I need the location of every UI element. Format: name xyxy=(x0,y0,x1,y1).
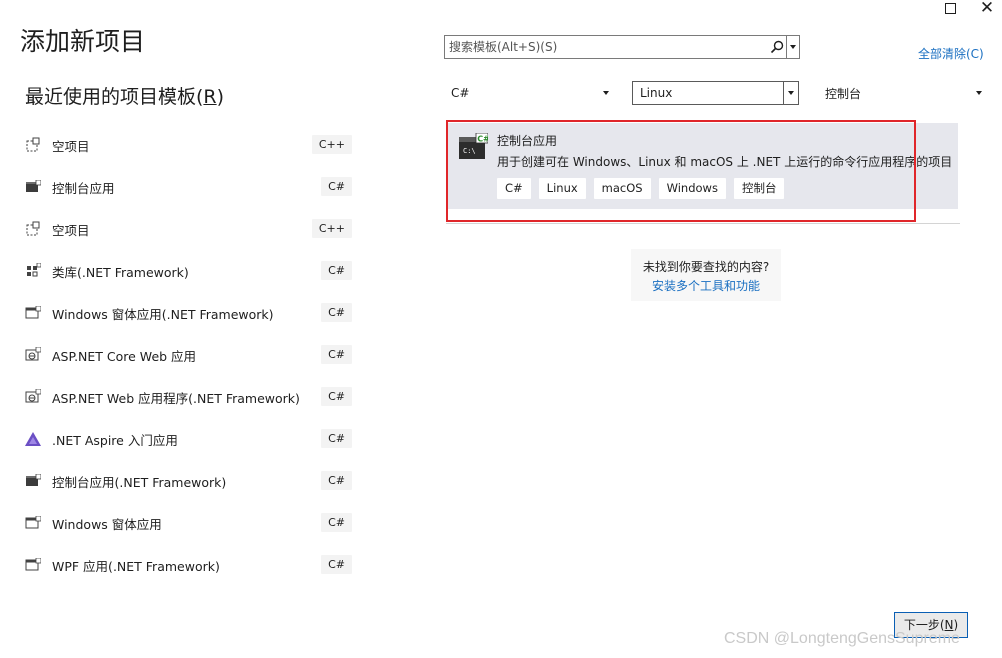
console-icon-prompt: C:\ xyxy=(463,147,476,155)
not-found-panel: 未找到你要查找的内容? 安装多个工具和功能 xyxy=(631,249,781,301)
cpp-empty-project-icon xyxy=(24,221,42,237)
console-app-icon xyxy=(24,179,42,195)
recent-item-label: 控制台应用(.NET Framework) xyxy=(52,474,227,490)
recent-item-label: .NET Aspire 入门应用 xyxy=(52,432,178,448)
project-type-filter-value: 控制台 xyxy=(825,86,862,101)
recent-item-label: 类库(.NET Framework) xyxy=(52,264,189,280)
language-badge: C# xyxy=(321,345,352,364)
recent-item-aspire-starter[interactable]: .NET Aspire 入门应用 C# xyxy=(24,418,360,460)
chevron-down-icon xyxy=(790,45,796,49)
watermark: CSDN @LongtengGensSupreme xyxy=(724,630,960,647)
search-icon[interactable] xyxy=(768,36,786,58)
not-found-question: 未找到你要查找的内容? xyxy=(642,260,770,274)
result-tags: C# Linux macOS Windows 控制台 xyxy=(497,178,785,199)
web-app-icon xyxy=(24,347,42,363)
close-icon: ✕ xyxy=(979,0,995,18)
language-badge: C# xyxy=(321,261,352,280)
cpp-empty-project-icon xyxy=(24,137,42,153)
web-app-icon xyxy=(24,389,42,405)
language-badge: C# xyxy=(321,177,352,196)
wpf-icon xyxy=(24,557,42,573)
language-badge: C# xyxy=(321,513,352,532)
recent-item-label: ASP.NET Core Web 应用 xyxy=(52,348,197,364)
recent-templates-heading: 最近使用的项目模板(R) xyxy=(25,82,224,109)
chevron-down-icon xyxy=(599,81,613,105)
recent-item-label: 空项目 xyxy=(52,222,90,238)
result-title: 控制台应用 xyxy=(497,134,558,148)
console-app-icon: C:\ C# xyxy=(458,132,490,161)
search-input[interactable] xyxy=(445,37,768,57)
language-badge: C# xyxy=(321,429,352,448)
windows-forms-icon xyxy=(24,305,42,321)
project-type-filter[interactable]: 控制台 xyxy=(818,81,986,105)
search-options-dropdown[interactable] xyxy=(786,36,799,58)
page-title: 添加新项目 xyxy=(20,27,146,56)
chevron-down-icon xyxy=(972,81,986,105)
recent-item-label: 空项目 xyxy=(52,138,90,154)
recent-item-console-app[interactable]: 控制台应用 C# xyxy=(24,166,360,208)
recent-item-label: WPF 应用(.NET Framework) xyxy=(52,558,220,574)
language-badge: C# xyxy=(321,471,352,490)
recent-heading-prefix: 最近使用的项目模板( xyxy=(25,86,204,108)
chevron-down-icon xyxy=(783,82,798,104)
language-filter[interactable]: C# xyxy=(444,81,613,105)
search-box xyxy=(444,35,800,59)
recent-item-label: Windows 窗体应用(.NET Framework) xyxy=(52,306,274,322)
platform-filter-value: Linux xyxy=(640,86,673,100)
results-divider xyxy=(446,223,960,224)
recent-item-aspnet-core-web[interactable]: ASP.NET Core Web 应用 C# xyxy=(24,334,360,376)
language-badge: C# xyxy=(321,303,352,322)
tag: macOS xyxy=(593,178,651,199)
console-app-icon xyxy=(24,473,42,489)
clear-all-link[interactable]: 全部清除(C) xyxy=(918,45,984,62)
tag: 控制台 xyxy=(733,178,785,199)
recent-item-class-library[interactable]: 类库(.NET Framework) C# xyxy=(24,250,360,292)
language-badge: C++ xyxy=(311,135,352,154)
recent-templates-list: 空项目 C++ 控制台应用 C# 空项目 C++ 类库(.NET Framewo… xyxy=(24,124,360,586)
language-badge: C++ xyxy=(311,219,352,238)
aspire-icon xyxy=(24,431,42,447)
recent-item-cpp-empty-project[interactable]: 空项目 C++ xyxy=(24,208,360,250)
recent-heading-suffix: ) xyxy=(216,86,225,108)
recent-heading-accelerator: R xyxy=(203,86,217,108)
tag: Windows xyxy=(658,178,726,199)
recent-item-label: 控制台应用 xyxy=(52,180,115,196)
console-icon-csharp-badge: C# xyxy=(477,134,488,143)
result-description: 用于创建可在 Windows、Linux 和 macOS 上 .NET 上运行的… xyxy=(497,155,953,169)
install-tools-link[interactable]: 安装多个工具和功能 xyxy=(631,277,781,294)
recent-item-windows-forms[interactable]: Windows 窗体应用 C# xyxy=(24,502,360,544)
recent-item-aspnet-web-framework[interactable]: ASP.NET Web 应用程序(.NET Framework) C# xyxy=(24,376,360,418)
language-badge: C# xyxy=(321,387,352,406)
recent-item-windows-forms-framework[interactable]: Windows 窗体应用(.NET Framework) C# xyxy=(24,292,360,334)
language-badge: C# xyxy=(321,555,352,574)
close-button[interactable]: ✕ xyxy=(972,0,1002,18)
tag: C# xyxy=(497,178,531,199)
recent-item-label: Windows 窗体应用 xyxy=(52,516,162,532)
recent-item-cpp-empty-project[interactable]: 空项目 C++ xyxy=(24,124,360,166)
language-filter-value: C# xyxy=(451,86,470,100)
recent-item-label: ASP.NET Web 应用程序(.NET Framework) xyxy=(52,390,300,406)
class-library-icon xyxy=(24,263,42,279)
maximize-button[interactable] xyxy=(938,0,962,16)
template-result-console-app[interactable]: C:\ C# 控制台应用 用于创建可在 Windows、Linux 和 macO… xyxy=(448,123,958,209)
recent-item-wpf-framework[interactable]: WPF 应用(.NET Framework) C# xyxy=(24,544,360,586)
tag: Linux xyxy=(538,178,586,199)
maximize-icon xyxy=(944,2,956,14)
recent-item-console-app-framework[interactable]: 控制台应用(.NET Framework) C# xyxy=(24,460,360,502)
windows-forms-icon xyxy=(24,515,42,531)
platform-filter[interactable]: Linux xyxy=(632,81,799,105)
